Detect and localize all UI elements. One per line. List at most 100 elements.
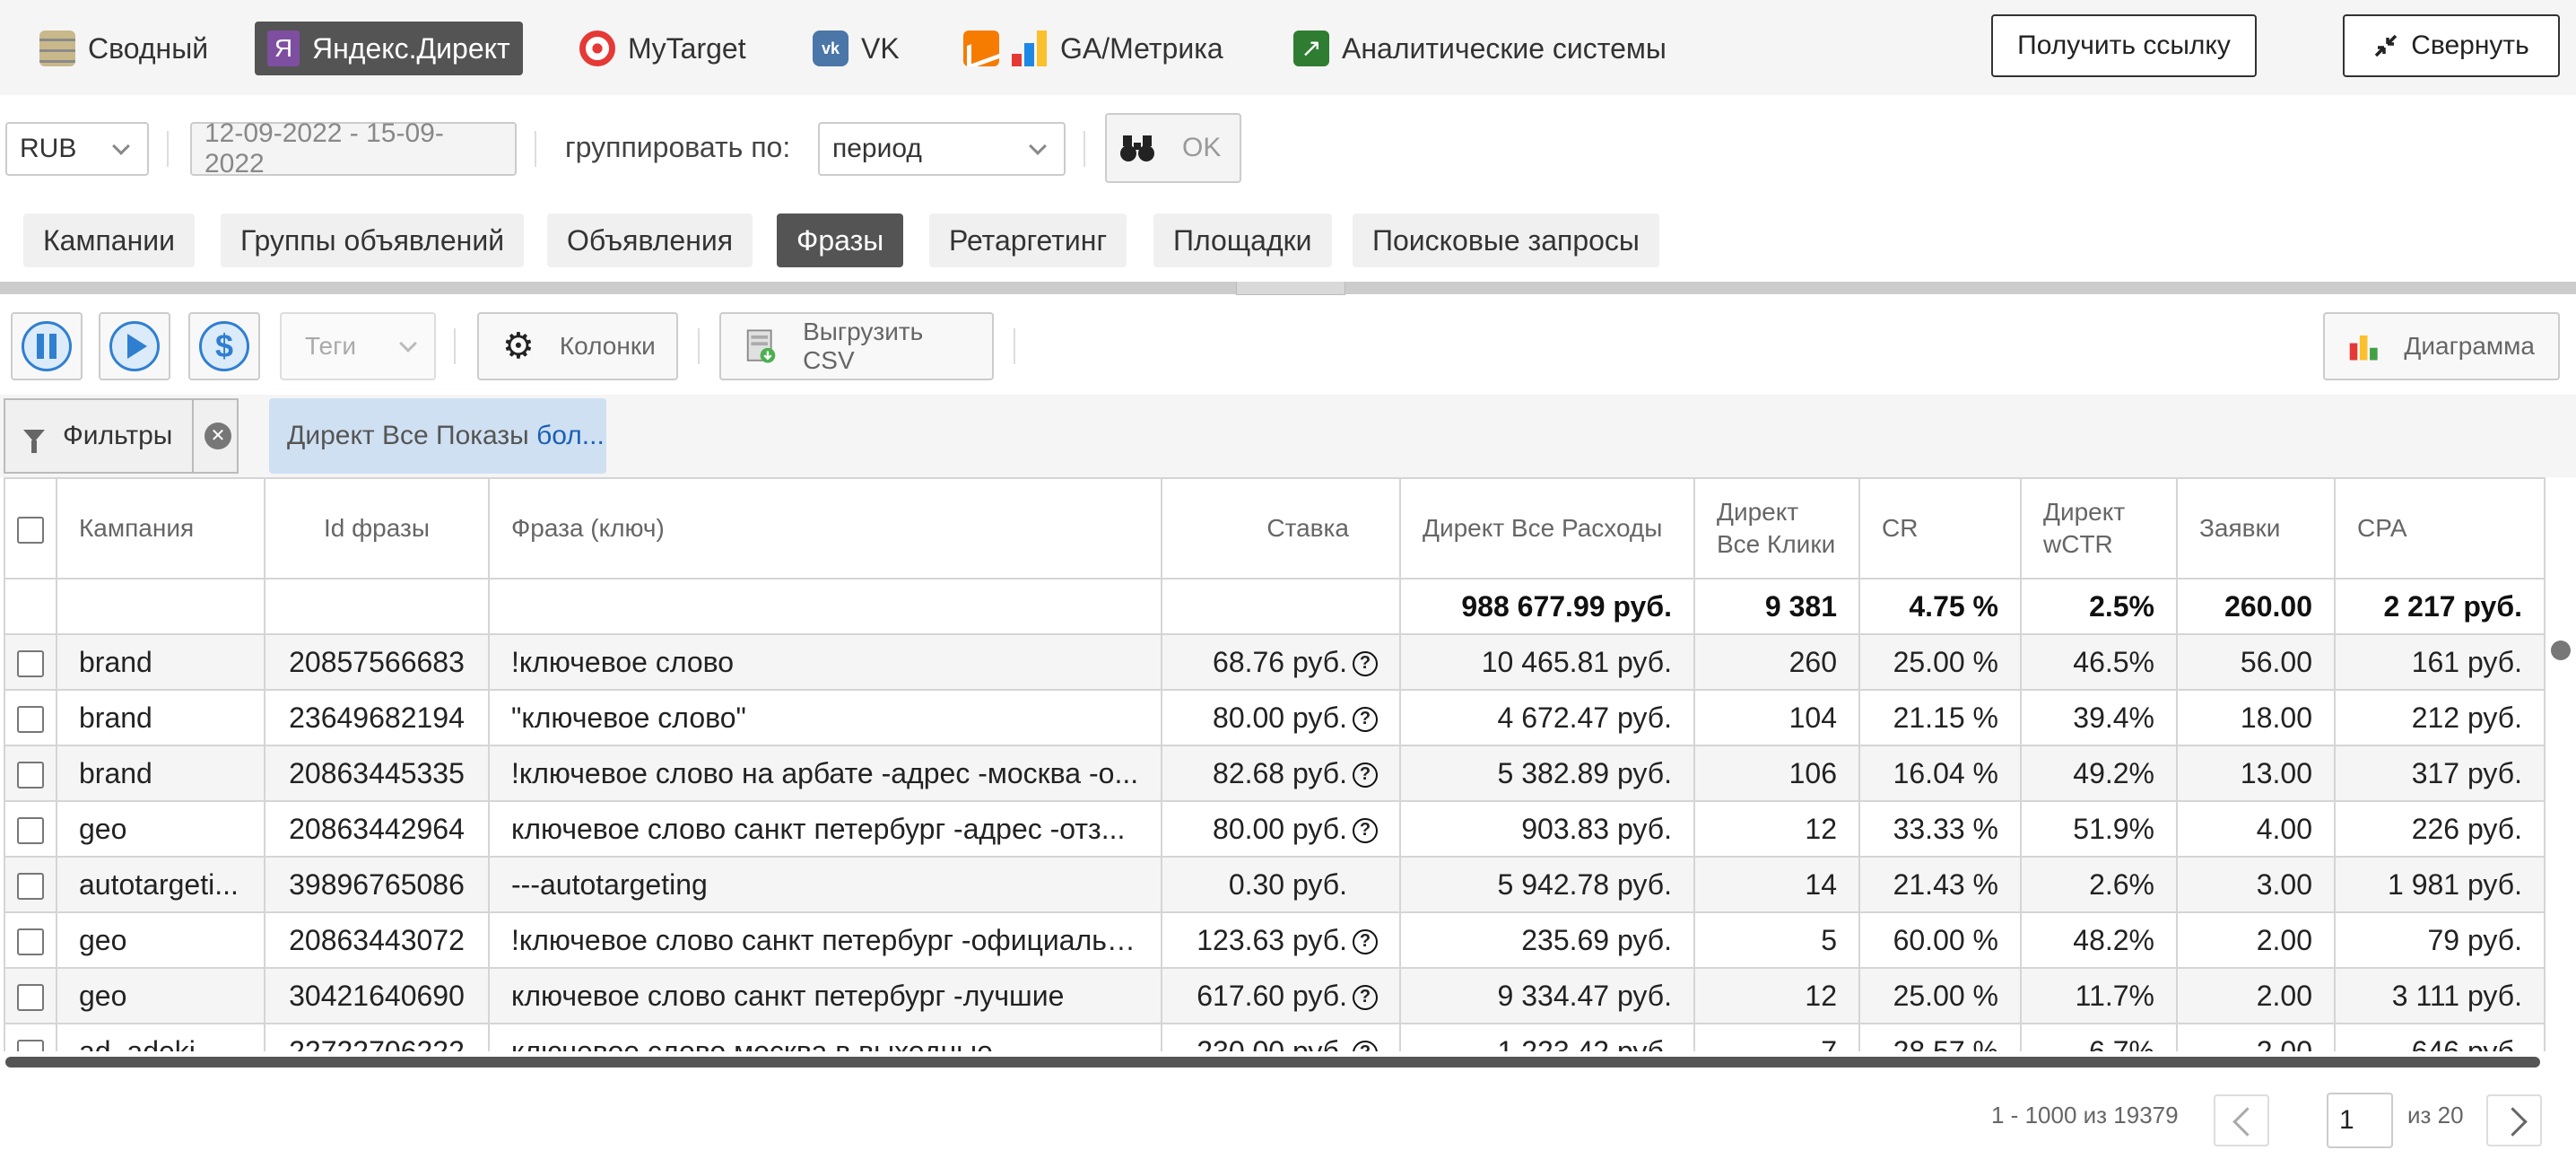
cell-cr-text: 33.33 % [1893, 812, 1998, 845]
vertical-scrollbar-thumb[interactable] [2551, 640, 2571, 660]
source-tab-yandex-direct[interactable]: Я Яндекс.Директ [255, 22, 523, 75]
source-tab-label: Яндекс.Директ [312, 31, 510, 65]
table-row[interactable]: ad_adeki... 22722706222 ключевое слово мос… [4, 1023, 2546, 1052]
source-tab-summary[interactable]: Сводный [27, 22, 221, 75]
source-tab-mytarget[interactable]: MyTarget [567, 22, 759, 75]
help-circle-icon[interactable]: ? [1353, 1041, 1378, 1051]
tab-search-queries[interactable]: Поисковые запросы [1353, 214, 1659, 267]
page-number-input[interactable] [2327, 1093, 2393, 1148]
help-circle-icon[interactable]: ? [1353, 762, 1378, 789]
col-header-campaign[interactable]: Кампания [56, 477, 265, 580]
ok-button[interactable]: OK [1105, 113, 1241, 183]
row-checkbox[interactable] [17, 706, 44, 734]
row-checkbox[interactable] [17, 984, 44, 1012]
select-all-checkbox[interactable] [17, 516, 44, 544]
col-header-bid[interactable]: Ставка [1161, 477, 1401, 580]
cell-bid[interactable]: 0.30 руб. [1161, 856, 1401, 913]
columns-button[interactable]: ⚙ Колонки [477, 312, 678, 380]
source-tab-ga-metrika[interactable]: GA/Метрика [951, 22, 1236, 75]
pause-button[interactable] [11, 312, 83, 380]
row-checkbox[interactable] [17, 873, 44, 901]
export-csv-button[interactable]: Выгрузить CSV [719, 312, 994, 380]
col-header-leads[interactable]: Заявки [2176, 477, 2336, 580]
cell-wctr: 2.6% [2020, 856, 2178, 913]
chart-button[interactable]: Диаграмма [2323, 312, 2560, 380]
panel-resize-handle[interactable] [0, 282, 2576, 295]
col-header-spend[interactable]: Директ Все Расходы [1399, 477, 1695, 580]
table-row[interactable]: geo 20863443072 !ключевое слово санкт пете… [4, 911, 2546, 969]
tab-label: Площадки [1173, 223, 1312, 257]
tab-retargeting[interactable]: Ретаргетинг [929, 214, 1127, 267]
tab-campaigns[interactable]: Кампании [23, 214, 195, 267]
table-row[interactable]: autotargeti... 39896765086 ---autotargetin… [4, 856, 2546, 913]
cell-phrase-text: ключевое слово москва в выходные [511, 1034, 993, 1052]
cell-bid[interactable]: 230.00 руб.? [1161, 1023, 1401, 1051]
cell-wctr-text: 51.9% [2073, 812, 2154, 845]
table-row[interactable]: brand 20857566683 !ключевое слово 68.76 руб… [4, 633, 2546, 691]
cell-bid[interactable]: 80.00 руб.? [1161, 689, 1401, 746]
cell-wctr: 51.9% [2020, 800, 2178, 858]
help-circle-icon[interactable]: ? [1353, 707, 1378, 733]
table-row[interactable]: geo 30421640690 ключевое слово санкт петер… [4, 967, 2546, 1024]
col-header-phrase-id[interactable]: Id фразы [264, 477, 490, 580]
bid-button[interactable]: $ [188, 312, 260, 380]
collapse-button[interactable]: Свернуть [2343, 14, 2560, 77]
help-circle-icon[interactable]: ? [1353, 818, 1378, 844]
row-checkbox[interactable] [17, 817, 44, 845]
col-header-phrase[interactable]: Фраза (ключ) [488, 477, 1162, 580]
row-checkbox[interactable] [17, 650, 44, 678]
cell-bid[interactable]: 68.76 руб.? [1161, 633, 1401, 691]
row-checkbox[interactable] [17, 928, 44, 956]
clear-filters-button[interactable]: ✕ [192, 400, 242, 472]
table-row[interactable]: brand 23649682194 "ключевое слово" 80.00 ру… [4, 689, 2546, 746]
table-row[interactable]: geo 20863442964 ключевое слово санкт петер… [4, 800, 2546, 858]
cell-bid[interactable]: 617.60 руб.? [1161, 967, 1401, 1024]
next-page-button[interactable] [2486, 1094, 2542, 1146]
tags-select[interactable]: Теги [280, 312, 436, 380]
table-row[interactable]: brand 20863445335 !ключевое слово на арбат… [4, 745, 2546, 802]
cell-phrase-text: !ключевое слово на арбате -адрес -москва… [511, 756, 1139, 789]
horizontal-scrollbar[interactable] [5, 1057, 2540, 1068]
col-header-clicks[interactable]: Директ Все Клики [1693, 477, 1860, 580]
source-tab-analytics-systems[interactable]: ↗ Аналитические системы [1281, 22, 1679, 75]
filter-chip-more-link[interactable]: бол... [536, 421, 605, 451]
play-button[interactable] [99, 312, 170, 380]
get-link-button[interactable]: Получить ссылку [1991, 14, 2257, 77]
help-circle-icon[interactable]: ? [1353, 929, 1378, 955]
cell-bid[interactable]: 82.68 руб.? [1161, 745, 1401, 802]
tab-phrases[interactable]: Фразы [777, 214, 904, 267]
cell-campaign-text: brand [79, 756, 152, 789]
source-tab-vk[interactable]: vk VK [800, 22, 912, 75]
active-filter-chip[interactable]: Директ Все Показы бол... [269, 398, 606, 474]
cell-cr-text: 60.00 % [1893, 923, 1998, 956]
row-checkbox[interactable] [17, 762, 44, 789]
tab-ads[interactable]: Объявления [547, 214, 753, 267]
date-range-picker[interactable]: 12-09-2022 - 15-09-2022 [190, 118, 517, 179]
group-by-select[interactable]: период [818, 122, 1066, 176]
col-header-wctr[interactable]: Директ wCTR [2020, 477, 2178, 580]
cell-leads: 3.00 [2176, 856, 2336, 913]
col-header-cr[interactable]: CR [1858, 477, 2022, 580]
filters-button[interactable]: Фильтры ✕ [4, 398, 239, 474]
help-circle-icon[interactable]: ? [1353, 651, 1378, 677]
cell-bid[interactable]: 80.00 руб.? [1161, 800, 1401, 858]
cell-phrase-id-text: 23649682194 [289, 701, 465, 734]
tab-label: Кампании [43, 223, 175, 257]
col-header-cpa[interactable]: CPA [2334, 477, 2546, 580]
currency-select[interactable]: RUB [5, 122, 149, 176]
cell-cr: 25.00 % [1858, 967, 2022, 1024]
cell-bid[interactable]: 123.63 руб.? [1161, 911, 1401, 969]
source-nav: Сводный Я Яндекс.Директ MyTarget vk VK G… [0, 0, 2576, 95]
cell-wctr-text: 6.7% [2089, 1034, 2154, 1052]
prev-page-button[interactable] [2214, 1094, 2269, 1146]
cell-phrase-id: 30421640690 [264, 967, 490, 1024]
cell-phrase: ключевое слово москва в выходные [488, 1023, 1162, 1052]
cell-bid-text: 617.60 руб. [1197, 979, 1347, 1012]
help-circle-icon[interactable]: ? [1353, 985, 1378, 1011]
totals-cell [1161, 578, 1401, 635]
row-checkbox[interactable] [17, 1040, 44, 1051]
tab-ad-groups[interactable]: Группы объявлений [221, 214, 525, 267]
cell-phrase-id: 22722706222 [264, 1023, 490, 1051]
gear-icon: ⚙ [502, 327, 535, 366]
tab-placements[interactable]: Площадки [1153, 214, 1332, 267]
